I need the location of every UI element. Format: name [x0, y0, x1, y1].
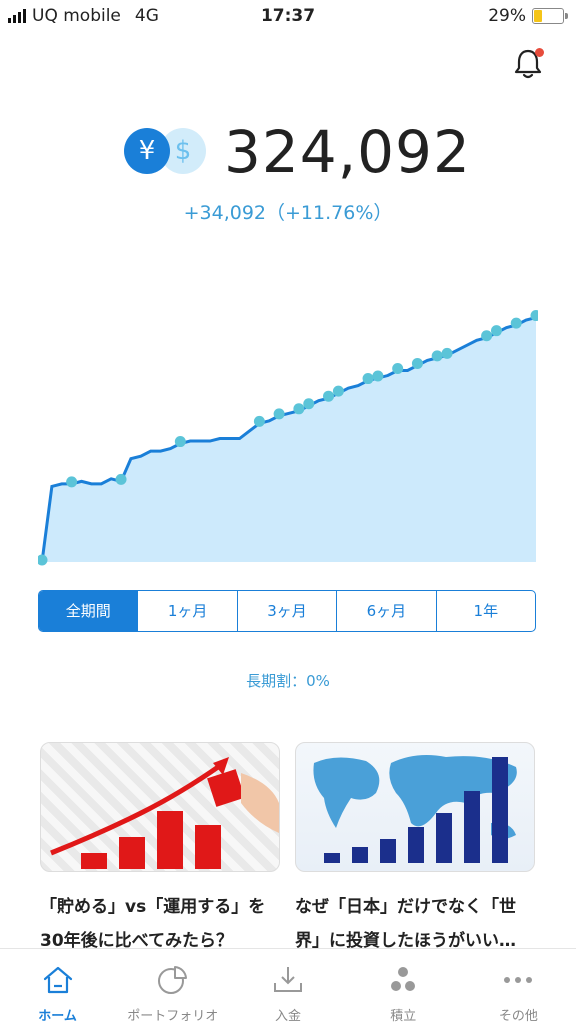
- chart-area: [42, 317, 536, 562]
- tab-label: 入金: [275, 1009, 302, 1024]
- tab-deposit[interactable]: 入金: [230, 949, 345, 1025]
- chart-marker: [411, 357, 423, 369]
- period-6-months[interactable]: 6ヶ月: [336, 591, 435, 631]
- more-icon: [504, 977, 533, 983]
- chart-marker: [174, 436, 186, 448]
- chart-marker: [392, 362, 404, 374]
- article-card-savings-vs-investing[interactable]: 「貯める」vs「運用する」を30年後に比べてみたら？: [40, 742, 280, 958]
- jpy-coin-icon[interactable]: ¥: [124, 128, 170, 174]
- notification-bell-button[interactable]: [510, 46, 546, 82]
- chart-marker: [323, 390, 335, 402]
- status-right: 29%: [488, 6, 568, 26]
- chart-marker: [253, 415, 265, 427]
- tab-label: その他: [498, 1009, 538, 1024]
- long-term-discount: 長期割：0%: [246, 672, 330, 690]
- tab-accumulation[interactable]: 積立: [346, 949, 461, 1025]
- chart-marker: [293, 403, 305, 415]
- chart-marker: [66, 476, 78, 488]
- status-bar: UQ mobile 4G 17:37 29%: [0, 0, 576, 34]
- download-icon: [274, 967, 302, 992]
- article-image-puzzle-chart: [40, 742, 280, 872]
- battery-percent: 29%: [488, 6, 526, 26]
- pie-chart-icon: [157, 966, 187, 994]
- tab-other[interactable]: その他: [461, 949, 576, 1025]
- tab-label: 積立: [390, 1009, 417, 1024]
- chart-marker: [372, 370, 384, 382]
- battery-icon: [532, 8, 568, 24]
- performance-chart[interactable]: [38, 262, 538, 568]
- home-icon: [43, 966, 72, 994]
- notification-badge: [535, 48, 544, 57]
- tab-label: ポートフォリオ: [127, 1009, 219, 1024]
- chart-marker: [115, 473, 127, 485]
- period-selector: 全期間 1ヶ月 3ヶ月 6ヶ月 1年: [38, 590, 536, 632]
- chart-marker: [510, 317, 522, 329]
- balance-amount: 324,092: [224, 118, 471, 186]
- chart-marker: [431, 350, 443, 362]
- bottom-tab-bar: ホーム ポートフォリオ 入金 積立 その他: [0, 948, 576, 1025]
- period-1-month[interactable]: 1ヶ月: [137, 591, 236, 631]
- balance-change: +34,092（+11.76%）: [183, 202, 393, 224]
- chart-marker: [490, 325, 502, 337]
- tab-portfolio[interactable]: ポートフォリオ: [115, 949, 230, 1025]
- dots-icon: [391, 967, 416, 991]
- tab-home[interactable]: ホーム: [0, 949, 115, 1025]
- chart-marker: [441, 347, 453, 359]
- chart-marker: [303, 398, 315, 410]
- article-image-world-map-bars: [295, 742, 535, 872]
- chart-marker: [332, 385, 344, 397]
- chart-marker: [362, 373, 374, 385]
- chart-marker: [481, 330, 493, 342]
- period-1-year[interactable]: 1年: [435, 591, 535, 631]
- balance-header: $ ¥ 324,092: [0, 118, 576, 188]
- chart-marker: [273, 408, 285, 420]
- period-all[interactable]: 全期間: [39, 591, 138, 631]
- period-3-months[interactable]: 3ヶ月: [236, 591, 336, 631]
- article-card-world-investing[interactable]: なぜ「日本」だけでなく「世界」に投資したほうがいい…: [295, 742, 535, 958]
- tab-label: ホーム: [38, 1009, 77, 1024]
